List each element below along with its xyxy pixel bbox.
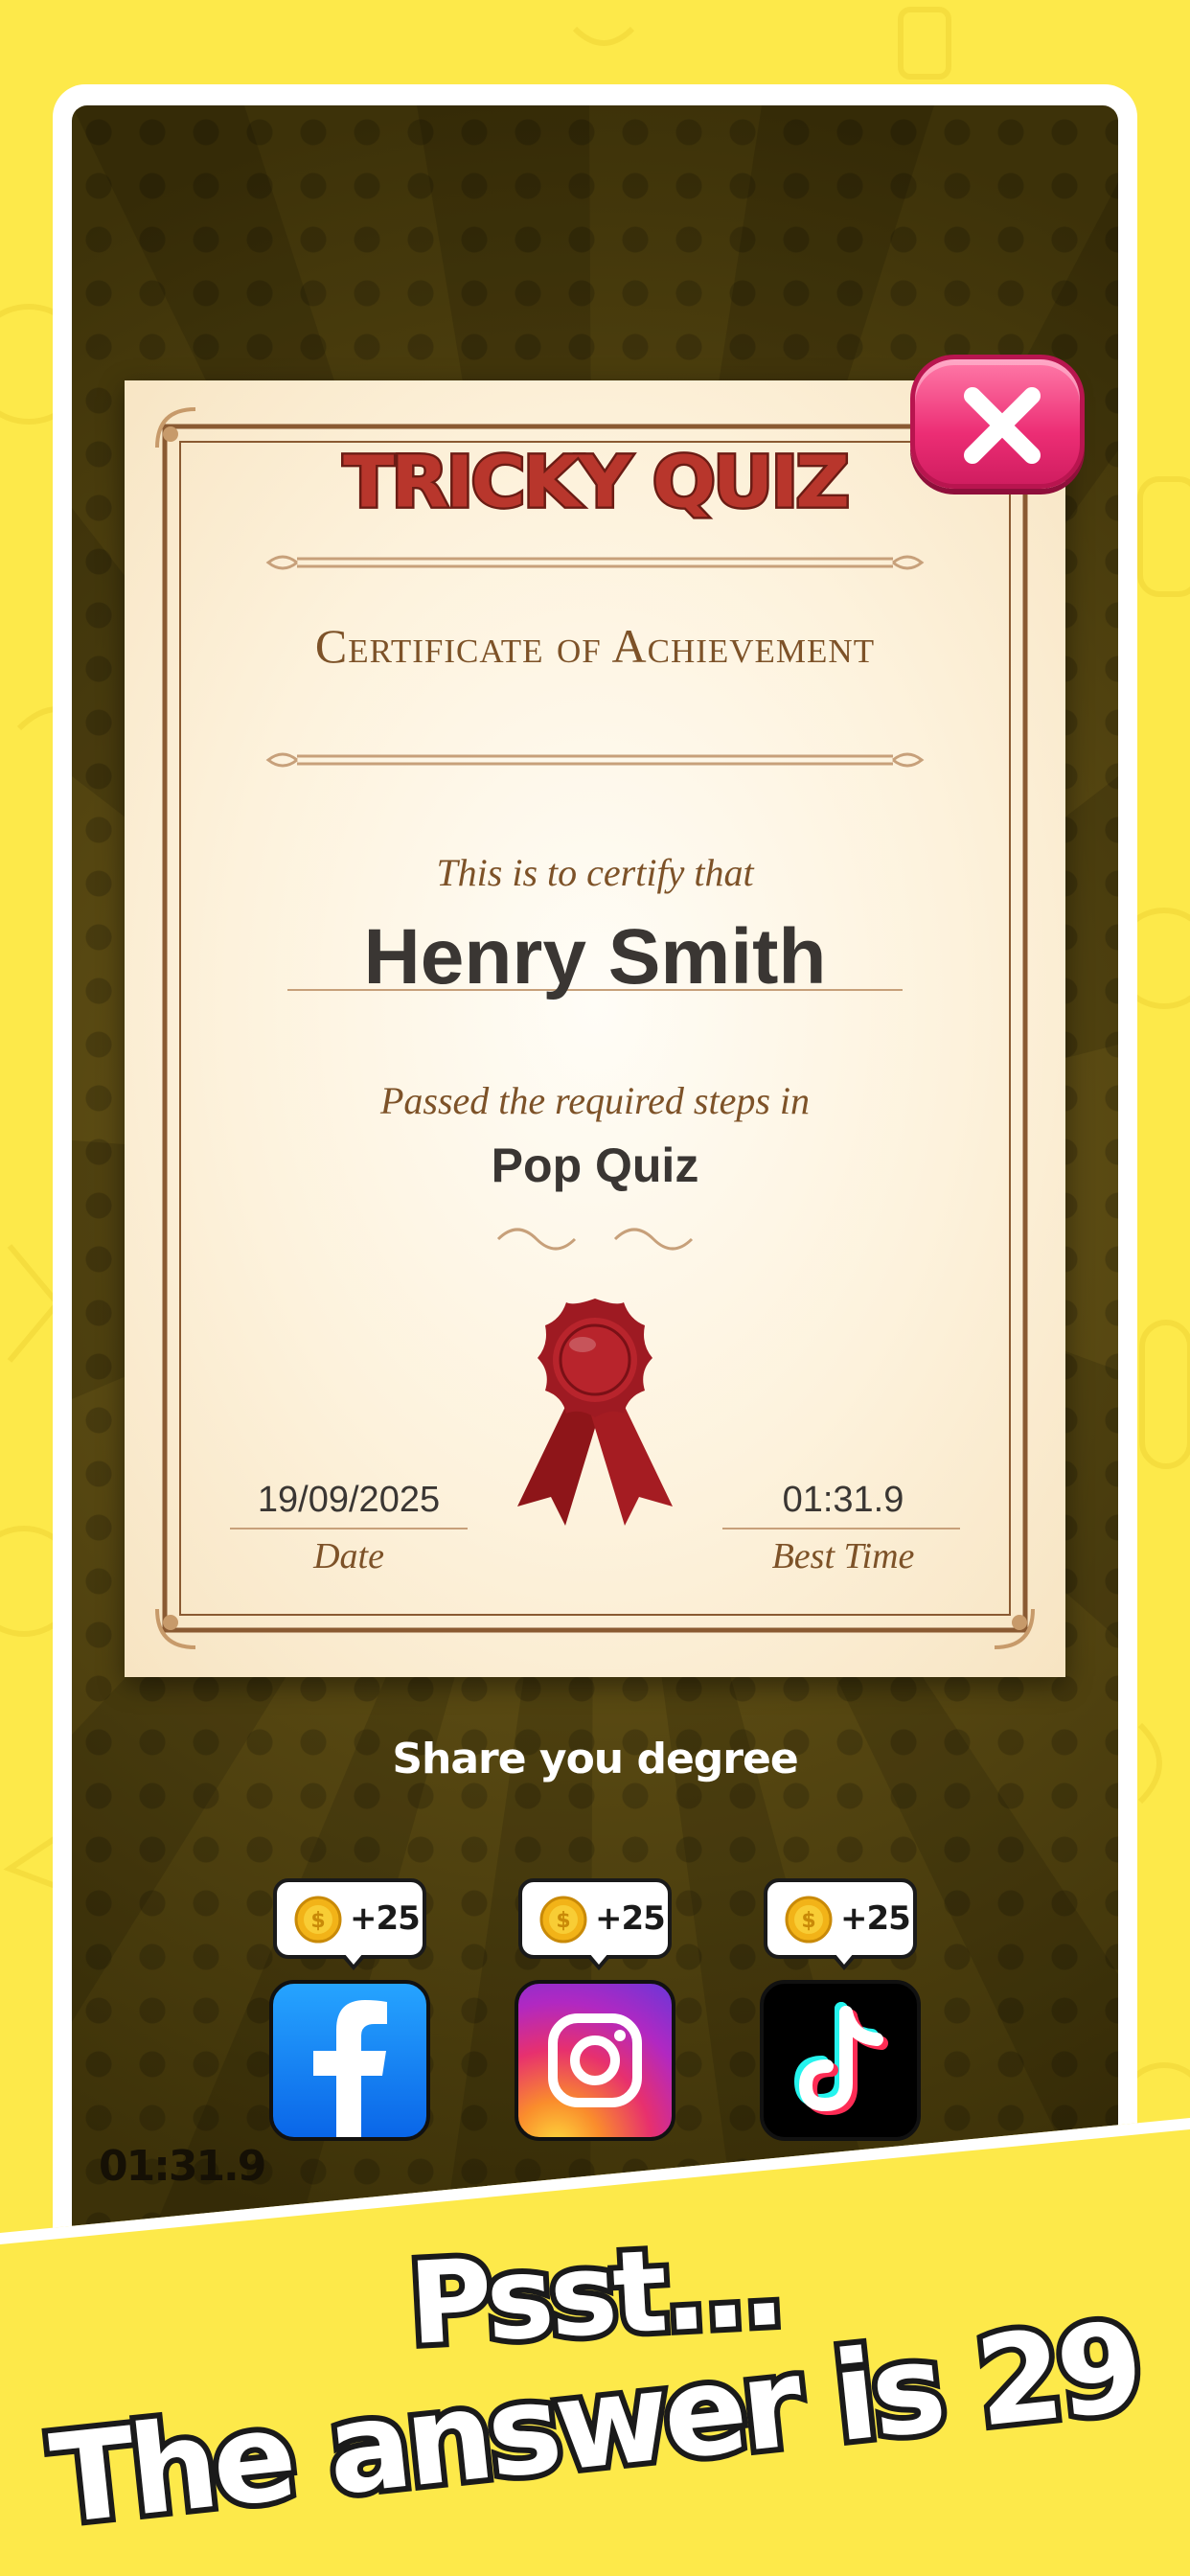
date-label: Date — [313, 1536, 384, 1576]
share-instagram[interactable]: $ +25 — [515, 1878, 675, 2141]
certificate-heading: Certificate of Achievement — [314, 619, 876, 673]
passed-text: Passed the required steps in — [379, 1079, 811, 1122]
svg-text:$: $ — [801, 1909, 815, 1933]
share-tiktok[interactable]: $ +25 — [760, 1878, 921, 2141]
wax-seal-icon — [517, 1299, 673, 1526]
close-icon — [964, 387, 1041, 464]
recipient-name: Henry Smith — [363, 913, 827, 1000]
close-button[interactable] — [910, 355, 1085, 489]
coin-icon: $ — [539, 1896, 587, 1944]
best-time-label: Best Time — [771, 1536, 915, 1576]
coin-icon: $ — [294, 1896, 342, 1944]
reward-amount: +25 — [350, 1899, 421, 1938]
reward-bubble: $ +25 — [273, 1878, 426, 1970]
reward-amount: +25 — [595, 1899, 666, 1938]
reward-bubble: $ +25 — [518, 1878, 672, 1970]
coin-icon: $ — [785, 1896, 833, 1944]
svg-text:$: $ — [556, 1909, 570, 1933]
certificate-card: TRICKY QUIZ Certificate of Achievement T… — [125, 380, 1065, 1677]
date-value: 19/09/2025 — [257, 1480, 441, 1520]
share-facebook[interactable]: $ +25 — [269, 1878, 430, 2141]
best-time-value: 01:31.9 — [782, 1480, 904, 1520]
share-label: Share you degree — [392, 1735, 798, 1783]
certify-text: This is to certify that — [436, 851, 754, 894]
reward-amount: +25 — [840, 1899, 911, 1938]
reward-bubble: $ +25 — [764, 1878, 917, 1970]
svg-text:$: $ — [310, 1909, 325, 1933]
quiz-name: Pop Quiz — [491, 1138, 699, 1192]
